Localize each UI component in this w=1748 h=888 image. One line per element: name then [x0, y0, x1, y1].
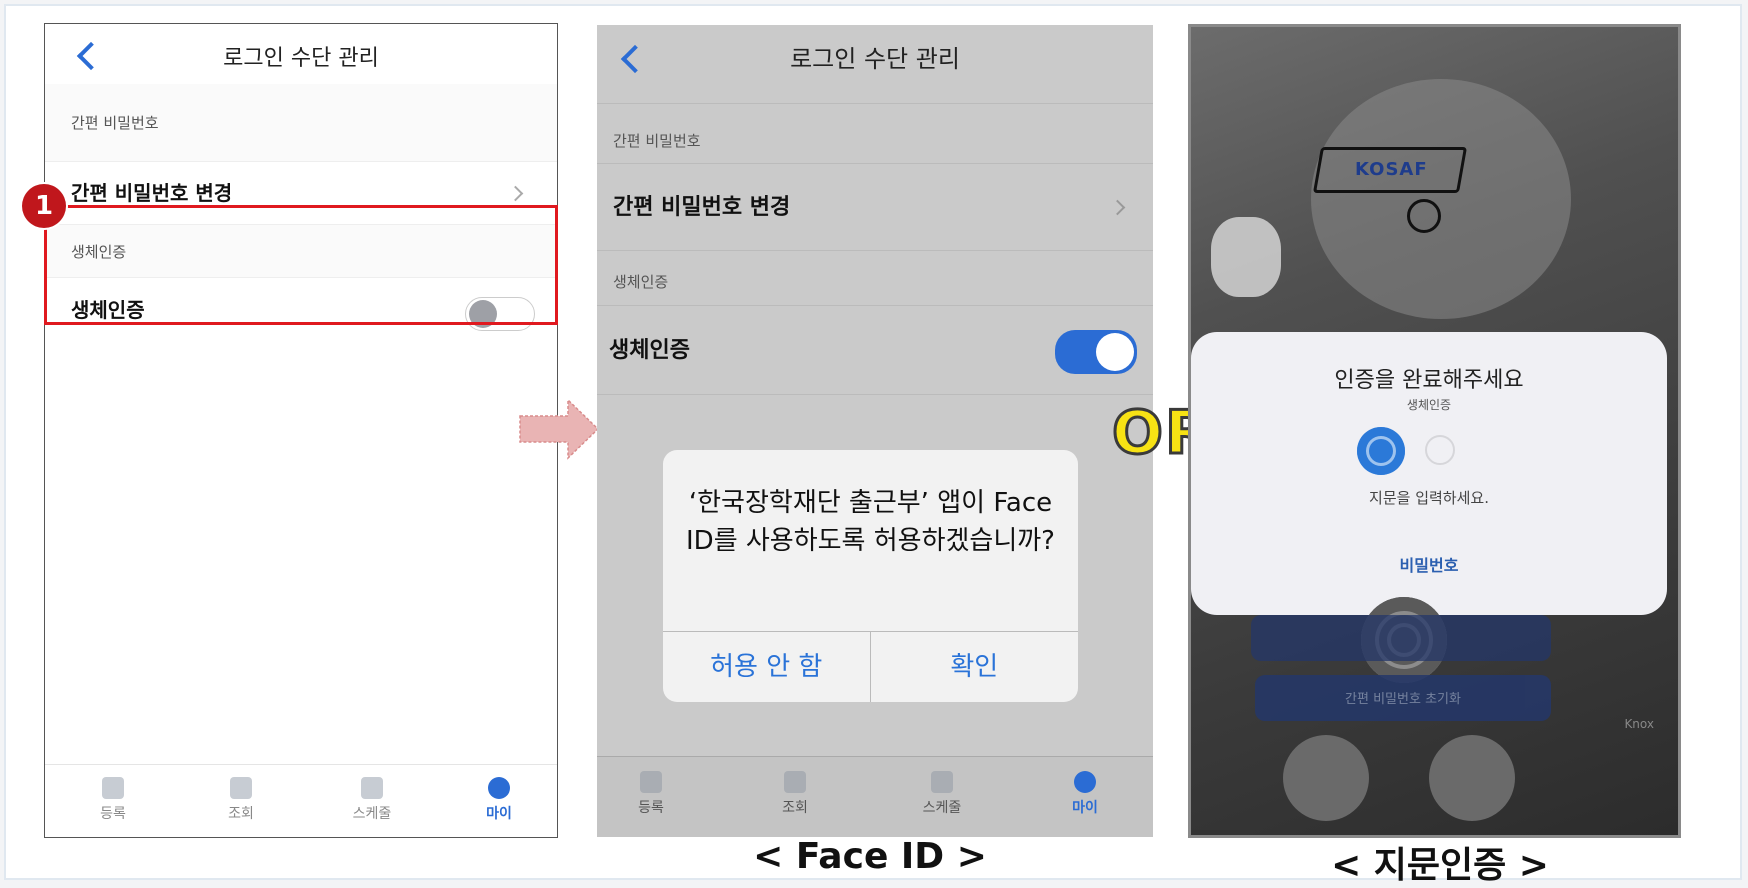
chevron-right-icon — [507, 185, 524, 202]
page-title: 로그인 수단 관리 — [790, 45, 960, 73]
tab-search-label: 조회 — [782, 800, 808, 816]
tab-register[interactable]: 등록 — [621, 771, 681, 817]
reset-password-button[interactable]: 간편 비밀번호 초기화 — [1255, 675, 1551, 721]
nav-right-circle[interactable] — [1429, 735, 1515, 821]
tab-register-label: 등록 — [638, 800, 664, 816]
phone-screen-faceid: 로그인 수단 관리 간편 비밀번호 간편 비밀번호 변경 생체인증 생체인증 ‘… — [597, 25, 1153, 837]
fingerprint-dialog: 인증을 완료해주세요 생체인증 지문을 입력하세요. 비밀번호 — [1191, 332, 1667, 615]
row-biometric: 생체인증 — [597, 305, 1153, 395]
tab-bar: 등록 조회 스케줄 마이 — [597, 756, 1153, 837]
register-icon — [102, 777, 124, 799]
header: 로그인 수단 관리 — [597, 25, 1153, 104]
section-label-biometric: 생체인증 — [613, 273, 669, 291]
tab-my[interactable]: 마이 — [469, 777, 529, 823]
row-biometric-label: 생체인증 — [609, 338, 690, 363]
row-change-password[interactable]: 간편 비밀번호 변경 — [597, 163, 1153, 251]
knox-label: Knox — [1624, 717, 1654, 731]
tab-bar: 등록 조회 스케줄 마이 — [45, 764, 557, 837]
dialog-instruction: 지문을 입력하세요. — [1369, 489, 1489, 507]
tab-schedule-label: 스케줄 — [352, 806, 392, 822]
password-link[interactable]: 비밀번호 — [1191, 552, 1667, 576]
login-button[interactable] — [1251, 615, 1551, 661]
page-title: 로그인 수단 관리 — [223, 46, 379, 71]
row-change-password-label: 간편 비밀번호 변경 — [71, 181, 233, 205]
tab-search[interactable]: 조회 — [211, 777, 271, 823]
dialog-title: 인증을 완료해주세요 — [1334, 368, 1524, 393]
tab-my[interactable]: 마이 — [1055, 771, 1115, 817]
register-icon — [640, 771, 662, 793]
profile-icon — [488, 777, 510, 799]
tab-schedule[interactable]: 스케줄 — [337, 777, 407, 823]
step-badge: 1 — [22, 184, 66, 228]
calendar-icon — [931, 771, 953, 793]
search-icon — [230, 777, 252, 799]
phone-screen-login-methods: 로그인 수단 관리 간편 비밀번호 간편 비밀번호 변경 생체인증 생체인증 등… — [44, 23, 558, 838]
dialog-subtitle: 생체인증 — [1406, 398, 1452, 412]
profile-icon — [1074, 771, 1096, 793]
logo-text: KOSAF — [1355, 159, 1428, 180]
search-icon — [784, 771, 806, 793]
calendar-icon — [361, 777, 383, 799]
faceid-alert-dialog: ‘한국장학재단 출근부’ 앱이 Face ID를 사용하도록 허용하겠습니까? … — [663, 450, 1078, 702]
tab-schedule-label: 스케줄 — [922, 800, 962, 816]
tab-my-label: 마이 — [486, 806, 512, 822]
row-change-password-label: 간편 비밀번호 변경 — [613, 195, 791, 220]
alert-buttons: 허용 안 함 확인 — [663, 631, 1078, 702]
section-label-password: 간편 비밀번호 — [613, 132, 701, 150]
section-label-password: 간편 비밀번호 — [45, 84, 557, 162]
face-icon[interactable] — [1425, 435, 1455, 465]
nav-left-circle[interactable] — [1283, 735, 1369, 821]
kosaf-logo: KOSAF — [1312, 147, 1468, 247]
toggle-knob — [1096, 333, 1134, 371]
tab-register[interactable]: 등록 — [83, 777, 143, 823]
biometric-toggle[interactable] — [1055, 330, 1137, 374]
tab-schedule[interactable]: 스케줄 — [907, 771, 977, 817]
tab-register-label: 등록 — [100, 806, 126, 822]
tab-search-label: 조회 — [228, 806, 254, 822]
tab-my-label: 마이 — [1072, 800, 1098, 816]
tab-search[interactable]: 조회 — [765, 771, 825, 817]
arrow-right-icon — [519, 398, 600, 460]
phone-screen-fingerprint: KOSAF 인증을 완료해주세요 생체인증 지문을 입력하세요. 비밀번호 간편… — [1188, 24, 1681, 838]
clock-icon — [1407, 199, 1441, 233]
header: 로그인 수단 관리 — [45, 24, 557, 85]
deny-button[interactable]: 허용 안 함 — [663, 632, 871, 702]
highlight-box — [44, 205, 558, 325]
caption-fingerprint: < 지문인증 > — [1331, 845, 1549, 886]
reset-password-label: 간편 비밀번호 초기화 — [1345, 692, 1461, 707]
glare — [1211, 217, 1281, 297]
confirm-button[interactable]: 확인 — [871, 632, 1079, 702]
fingerprint-icon[interactable] — [1357, 427, 1405, 475]
chevron-right-icon — [1109, 199, 1126, 216]
caption-faceid: < Face ID > — [753, 836, 987, 877]
alert-message: ‘한국장학재단 출근부’ 앱이 Face ID를 사용하도록 허용하겠습니까? — [686, 488, 1055, 556]
